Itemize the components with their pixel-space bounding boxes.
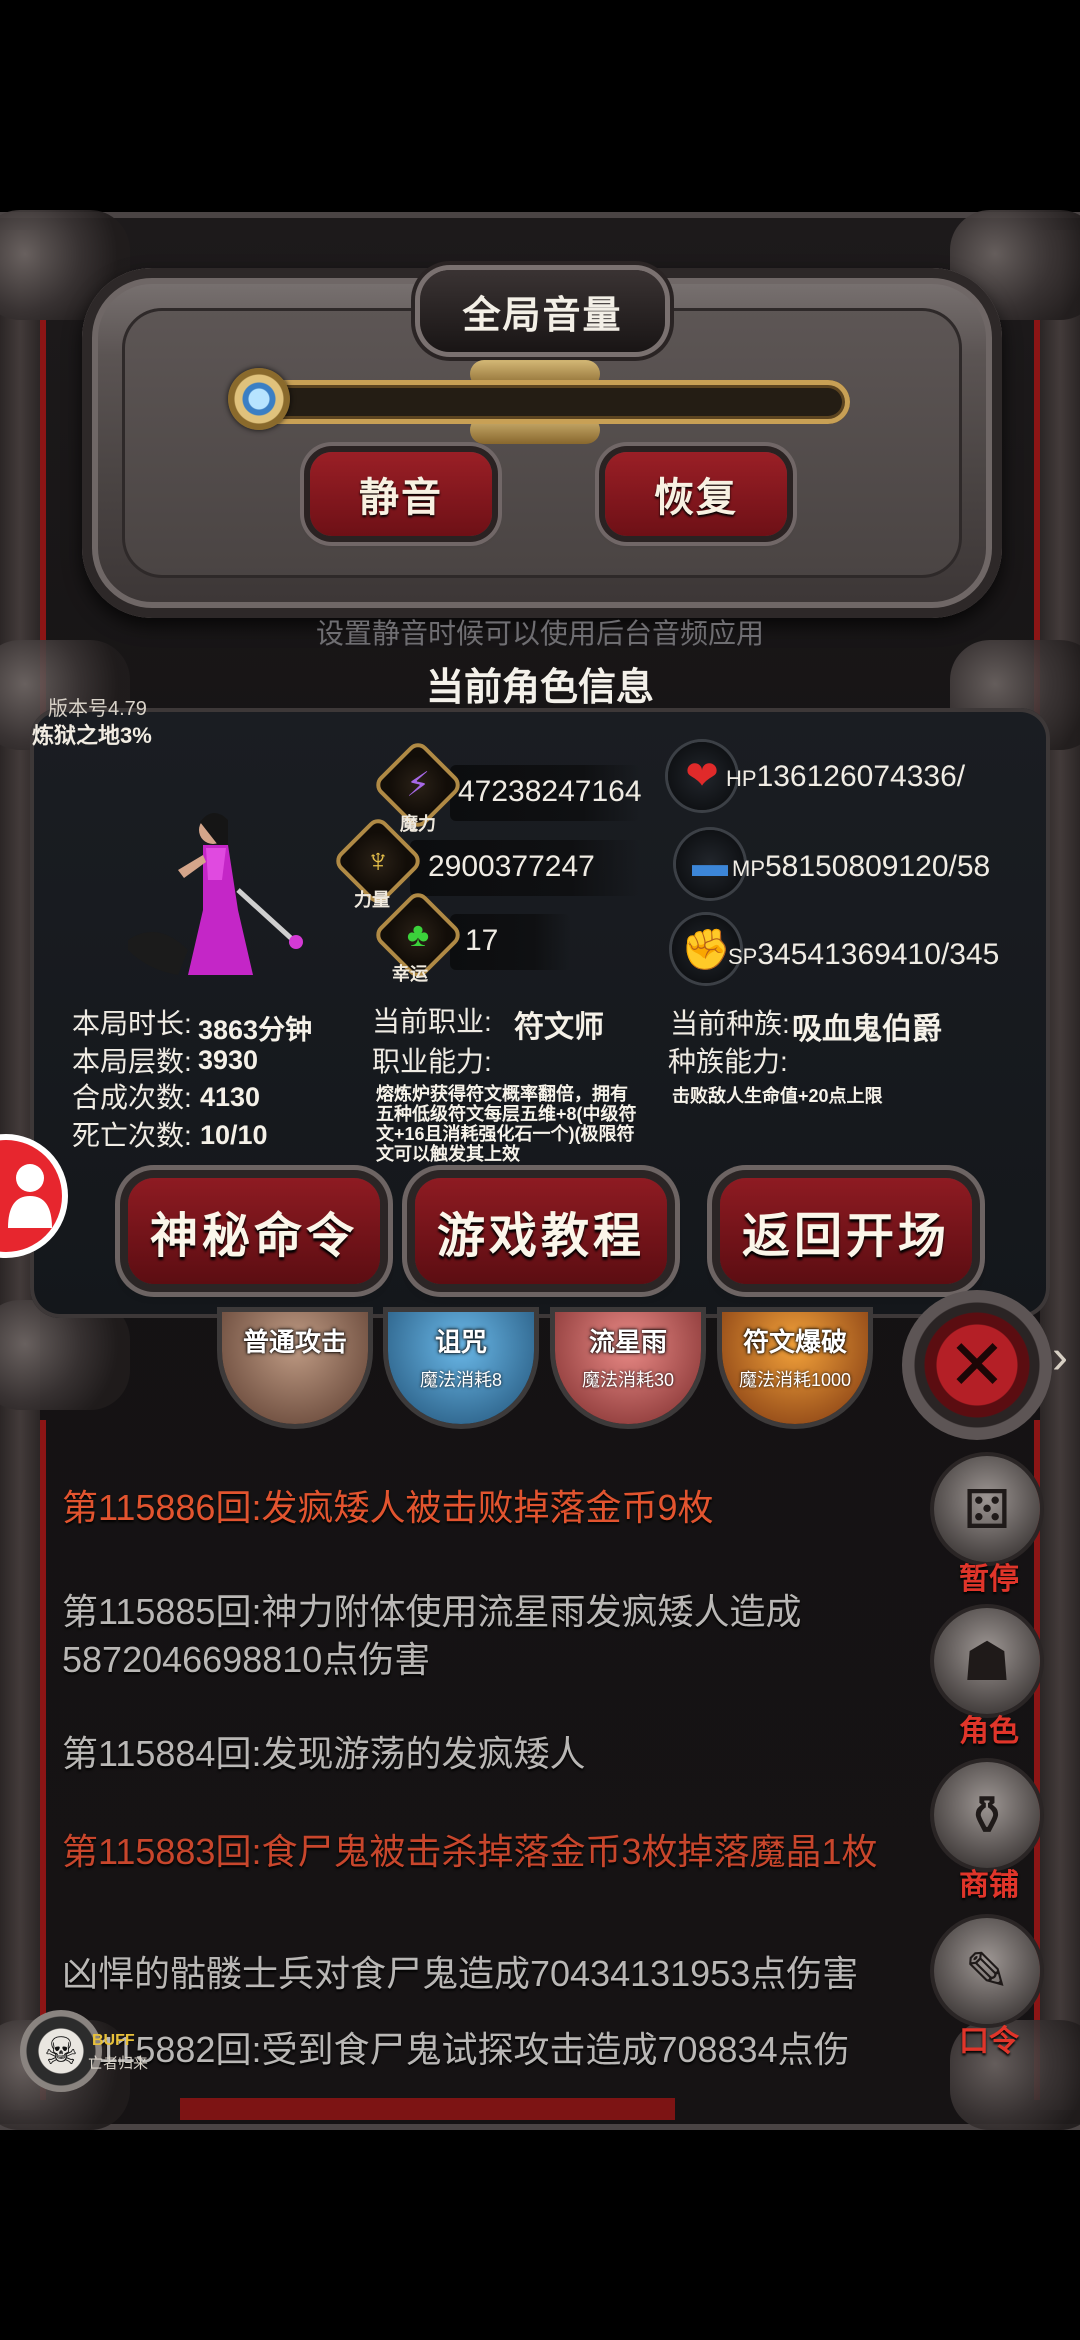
pause-label: 暂停 (959, 1563, 1019, 1596)
skill-name: 诅咒 (434, 1327, 487, 1357)
sp-tag: SP (728, 944, 758, 969)
skill-cost: 魔法消耗1000 (738, 1370, 852, 1390)
skill-cost: 魔法消耗8 (419, 1370, 502, 1390)
character-label: 角色 (959, 1715, 1019, 1748)
magic-value: 47238247164 (458, 775, 642, 808)
log-line: 第115884回:发现游荡的发疯矮人 (62, 1733, 586, 1774)
synth-value: 4130 (200, 1082, 261, 1112)
strength-value: 2900377247 (428, 850, 595, 883)
log-line: 第115885回:神力附体使用流星雨发疯矮人造成5872046698810点伤害 (62, 1591, 802, 1680)
mp-value: 58150809120/58 (765, 850, 991, 883)
skull-icon[interactable]: ☠ (20, 2010, 102, 2092)
password-label: 口令 (959, 2025, 1019, 2058)
user-icon (8, 1164, 52, 1228)
chevron-right-icon[interactable]: › (1052, 1330, 1068, 1385)
shop-icon: ⚱ (934, 1762, 1040, 1868)
skill-name: 流星雨 (588, 1327, 667, 1357)
character-menu-item[interactable]: ☗ 角色 (934, 1608, 1044, 1750)
job-value: 符文师 (514, 1011, 604, 1044)
character-sprite (128, 812, 303, 975)
volume-slider-knob[interactable] (228, 368, 290, 430)
buff-name: 亡者归来 (88, 2055, 149, 2072)
restore-button[interactable]: 恢复 (605, 452, 787, 536)
hp-value: 136126074336/ (756, 760, 966, 793)
floors-label: 本局层数: (72, 1046, 192, 1077)
shop-label: 商铺 (959, 1869, 1019, 1902)
race-label: 当前种族: (670, 1008, 790, 1039)
realm-label: 炼狱之地3% (32, 723, 152, 748)
job-ability-label: 职业能力: (372, 1046, 492, 1077)
log-line: 凶悍的骷髅士兵对食尸鬼造成70434131953点伤害 (62, 1953, 859, 1994)
deaths-value: 10/10 (200, 1120, 268, 1150)
progress-strip (180, 2098, 675, 2120)
hp-line: HP136126074336/ (726, 760, 970, 794)
strength-caption: 力量 (354, 890, 390, 910)
duration-value: 3863分钟 (198, 1015, 313, 1045)
close-icon: ✕ (947, 1326, 1007, 1404)
mute-button[interactable]: 静音 (310, 452, 492, 536)
secret-command-button[interactable]: 神秘命令 (128, 1178, 380, 1284)
mp-line: MP58150809120/58 (732, 850, 1000, 884)
duration-label: 本局时长: (72, 1008, 192, 1039)
skill-name: 普通攻击 (242, 1327, 347, 1357)
version-label: 版本号4.79 (48, 698, 147, 720)
log-line: 第115886回:发疯矮人被击败掉落金币9枚 (62, 1487, 714, 1528)
skill-cost: 魔法消耗30 (581, 1370, 675, 1390)
mute-hint: 设置静音时候可以使用后台音频应用 (315, 618, 764, 649)
pause-menu-item[interactable]: ⚄ 暂停 (934, 1456, 1044, 1598)
sp-value: 34541369410/345 (757, 938, 1000, 971)
close-button[interactable]: ✕ (902, 1290, 1052, 1440)
hooded-figure-icon: ☗ (934, 1608, 1040, 1714)
deaths-label: 死亡次数: (72, 1120, 192, 1151)
buff-tag: BUFF (92, 2032, 135, 2049)
luck-value: 17 (465, 924, 499, 957)
log-line: 第115882回:受到食尸鬼试探攻击造成708834点伤 (62, 2029, 850, 2070)
race-ability-label: 种族能力: (668, 1046, 788, 1077)
character-info-title: 当前角色信息 (425, 667, 654, 709)
log-line: 第115883回:食尸鬼被击杀掉落金币3枚掉落魔晶1枚 (62, 1831, 878, 1872)
job-label: 当前职业: (372, 1006, 492, 1037)
password-menu-item[interactable]: ✎ 口令 (934, 1918, 1044, 2060)
race-value: 吸血鬼伯爵 (792, 1013, 942, 1046)
floors-value: 3930 (198, 1045, 259, 1075)
volume-slider[interactable] (250, 380, 850, 424)
job-ability-desc: 熔炼炉获得符文概率翻倍，拥有五种低级符文每层五维+8(中级符文+16且消耗强化石… (376, 1084, 637, 1164)
hp-tag: HP (726, 766, 757, 791)
sp-line: SP34541369410/345 (728, 938, 1000, 972)
dice-icon: ⚄ (934, 1456, 1040, 1562)
skill-name: 符文爆破 (742, 1327, 847, 1357)
scroll-icon: ✎ (934, 1918, 1040, 2024)
mp-tag: MP (732, 856, 765, 881)
shop-menu-item[interactable]: ⚱ 商铺 (934, 1762, 1044, 1904)
tutorial-button[interactable]: 游戏教程 (415, 1178, 667, 1284)
luck-caption: 幸运 (392, 964, 428, 984)
synth-label: 合成次数: (72, 1082, 192, 1113)
battle-log: 第115886回:发疯矮人被击败掉落金币9枚 第115885回:神力附体使用流星… (42, 1440, 932, 2080)
volume-title: 全局音量 (420, 270, 665, 352)
race-ability-desc: 击败敌人生命值+20点上限 (672, 1086, 883, 1106)
return-start-button[interactable]: 返回开场 (720, 1178, 972, 1284)
